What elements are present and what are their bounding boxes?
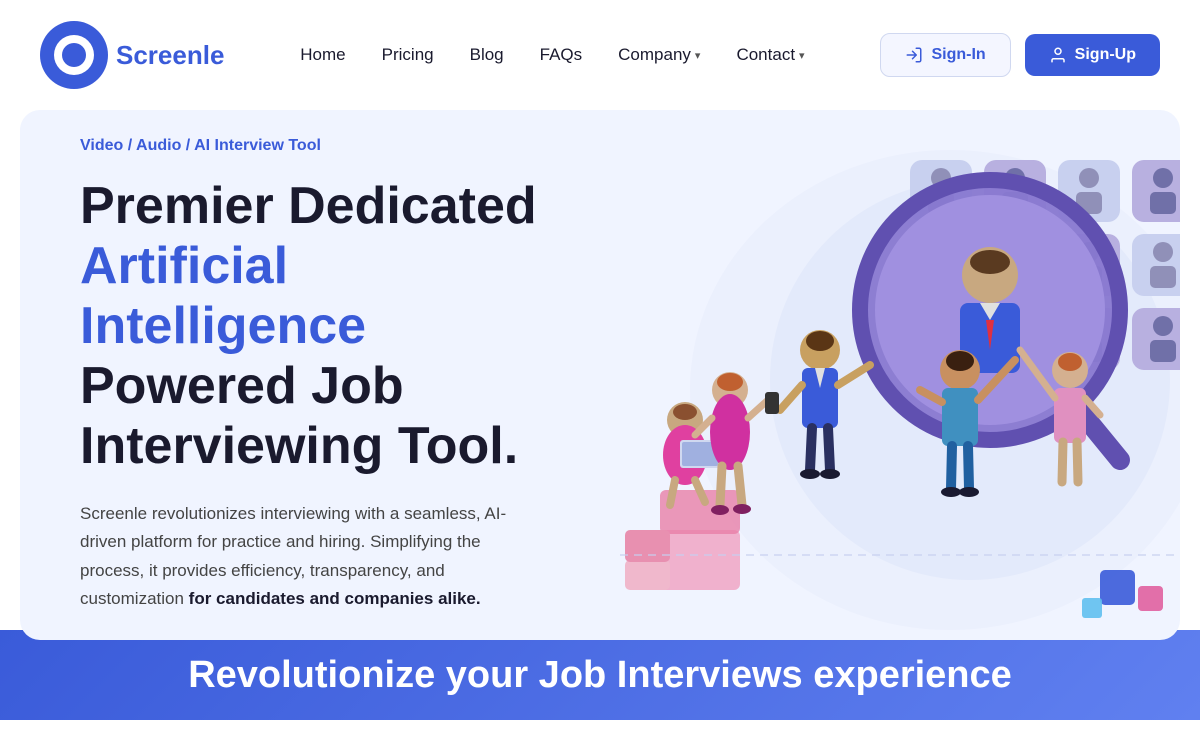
- signup-icon: [1049, 46, 1067, 64]
- breadcrumb: Video / Audio / AI Interview Tool: [80, 137, 540, 155]
- nav-item-home[interactable]: Home: [300, 45, 345, 65]
- nav-link-pricing[interactable]: Pricing: [382, 45, 434, 64]
- nav-link-blog[interactable]: Blog: [470, 45, 504, 64]
- brand-name: Screenle: [116, 40, 224, 71]
- nav-buttons: Sign-In Sign-Up: [880, 33, 1160, 77]
- signin-icon: [905, 46, 923, 64]
- logo-icon: [40, 21, 108, 89]
- nav-item-blog[interactable]: Blog: [470, 45, 504, 65]
- hero-title-highlight: Artificial Intelligence: [80, 237, 366, 355]
- nav-item-company[interactable]: Company ▾: [618, 45, 700, 65]
- bottom-banner-text: Revolutionize your Job Interviews experi…: [188, 654, 1012, 697]
- navbar: Screenle Home Pricing Blog FAQs Company …: [0, 0, 1200, 110]
- nav-link-company[interactable]: Company ▾: [618, 45, 700, 65]
- hero-title-part1: Premier Dedicated: [80, 177, 537, 235]
- nav-link-faqs[interactable]: FAQs: [540, 45, 583, 64]
- signup-button[interactable]: Sign-Up: [1025, 34, 1160, 76]
- hero-title: Premier Dedicated Artificial Intelligenc…: [80, 177, 540, 476]
- hero-title-part2: Powered Job Interviewing Tool.: [80, 357, 518, 475]
- hero-description: Screenle revolutionizes interviewing wit…: [80, 500, 540, 612]
- hero-illustration: [530, 110, 1180, 640]
- nav-link-home[interactable]: Home: [300, 45, 345, 64]
- hero-section: Video / Audio / AI Interview Tool Premie…: [20, 110, 1180, 640]
- bottom-banner: Revolutionize your Job Interviews experi…: [0, 630, 1200, 720]
- nav-item-contact[interactable]: Contact ▾: [736, 45, 804, 65]
- hero-description-bold: for candidates and companies alike.: [189, 589, 481, 608]
- nav-item-faqs[interactable]: FAQs: [540, 45, 583, 65]
- hero-content: Video / Audio / AI Interview Tool Premie…: [20, 110, 600, 640]
- signin-button[interactable]: Sign-In: [880, 33, 1010, 77]
- nav-link-contact[interactable]: Contact ▾: [736, 45, 804, 65]
- nav-item-pricing[interactable]: Pricing: [382, 45, 434, 65]
- chevron-down-icon: ▾: [695, 49, 701, 62]
- logo-area: Screenle: [40, 21, 224, 89]
- chevron-down-icon: ▾: [799, 49, 805, 62]
- nav-links: Home Pricing Blog FAQs Company ▾ Contact…: [300, 45, 804, 65]
